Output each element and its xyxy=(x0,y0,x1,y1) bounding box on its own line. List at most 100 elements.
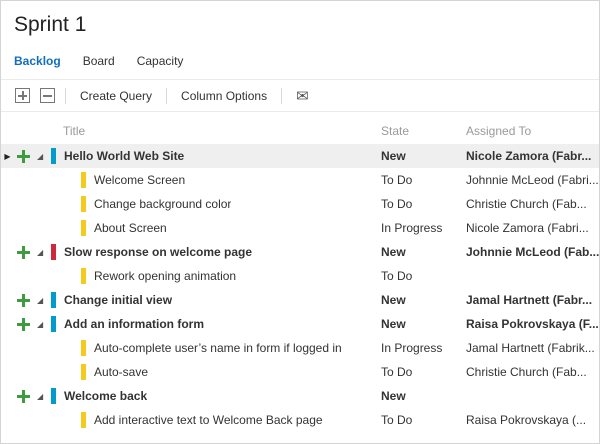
add-child-button[interactable] xyxy=(17,318,30,331)
grid-body: ▶ ◢ Hello World Web Site New Nicole Zamo… xyxy=(1,144,599,432)
workitem-type-bar xyxy=(81,364,86,380)
workitem-state: New xyxy=(381,317,466,331)
workitem-title-link[interactable]: Change background color xyxy=(94,197,231,211)
workitem-title-link[interactable]: Slow response on welcome page xyxy=(64,245,252,259)
add-child-button[interactable] xyxy=(17,294,30,307)
workitem-assigned-to: Jamal Hartnett (Fabr... xyxy=(466,293,599,307)
title-cell: Rework opening animation xyxy=(1,268,381,284)
table-row[interactable]: ◢ Slow response on welcome page New John… xyxy=(1,240,599,264)
title-cell: ◢ Add an information form xyxy=(1,316,381,332)
workitem-assigned-to: Raisa Pokrovskaya (F... xyxy=(466,317,599,331)
workitem-state: To Do xyxy=(381,269,466,283)
expand-caret-icon[interactable]: ◢ xyxy=(37,296,51,305)
title-cell: Auto-save xyxy=(1,364,381,380)
workitem-type-bar xyxy=(81,196,86,212)
workitem-state: New xyxy=(381,245,466,259)
toolbar-separator xyxy=(281,88,282,104)
title-cell: Auto-complete user’s name in form if log… xyxy=(1,340,381,356)
workitem-type-bar xyxy=(81,220,86,236)
workitem-assigned-to: Nicole Zamora (Fabri... xyxy=(466,221,599,235)
table-row[interactable]: Welcome Screen To Do Johnnie McLeod (Fab… xyxy=(1,168,599,192)
column-header-state[interactable]: State xyxy=(381,124,466,138)
workitem-state: To Do xyxy=(381,197,466,211)
workitem-title-link[interactable]: Welcome back xyxy=(64,389,147,403)
table-row[interactable]: ◢ Change initial view New Jamal Hartnett… xyxy=(1,288,599,312)
tab-backlog[interactable]: Backlog xyxy=(14,54,61,68)
title-cell: Add interactive text to Welcome Back pag… xyxy=(1,412,381,428)
workitem-assigned-to: Christie Church (Fab... xyxy=(466,365,599,379)
table-row[interactable]: ▶ ◢ Hello World Web Site New Nicole Zamo… xyxy=(1,144,599,168)
add-child-button[interactable] xyxy=(17,246,30,259)
table-row[interactable]: Change background color To Do Christie C… xyxy=(1,192,599,216)
workitem-title-link[interactable]: Auto-save xyxy=(94,365,148,379)
workitem-assigned-to: Jamal Hartnett (Fabrik... xyxy=(466,341,599,355)
workitem-assigned-to: Raisa Pokrovskaya (... xyxy=(466,413,599,427)
title-cell: Change background color xyxy=(1,196,381,212)
workitem-type-bar xyxy=(51,244,56,260)
title-cell: ◢ Welcome back xyxy=(1,388,381,404)
table-header: Title State Assigned To xyxy=(1,118,599,144)
title-cell: ◢ Change initial view xyxy=(1,292,381,308)
workitem-type-bar xyxy=(81,412,86,428)
workitem-state: New xyxy=(381,149,466,163)
workitem-type-bar xyxy=(51,316,56,332)
sprint-backlog-page: Sprint 1 Backlog Board Capacity Create Q… xyxy=(0,0,600,444)
backlog-grid: Title State Assigned To ▶ ◢ Hello World … xyxy=(1,118,599,432)
expand-caret-icon[interactable]: ◢ xyxy=(37,392,51,401)
add-child-button[interactable] xyxy=(17,150,30,163)
table-row[interactable]: Add interactive text to Welcome Back pag… xyxy=(1,408,599,432)
workitem-title-link[interactable]: Rework opening animation xyxy=(94,269,236,283)
workitem-title-link[interactable]: Change initial view xyxy=(64,293,172,307)
tab-capacity[interactable]: Capacity xyxy=(137,54,184,68)
table-row[interactable]: Auto-save To Do Christie Church (Fab... xyxy=(1,360,599,384)
expand-all-icon[interactable] xyxy=(15,88,30,103)
email-icon[interactable]: ✉ xyxy=(292,87,313,105)
table-row[interactable]: ◢ Add an information form New Raisa Pokr… xyxy=(1,312,599,336)
workitem-state: In Progress xyxy=(381,341,466,355)
table-row[interactable]: About Screen In Progress Nicole Zamora (… xyxy=(1,216,599,240)
toolbar-separator xyxy=(166,88,167,104)
workitem-type-bar xyxy=(81,268,86,284)
workitem-state: In Progress xyxy=(381,221,466,235)
workitem-title-link[interactable]: Add an information form xyxy=(64,317,204,331)
workitem-assigned-to: Christie Church (Fab... xyxy=(466,197,599,211)
add-child-button[interactable] xyxy=(17,390,30,403)
title-cell: ▶ ◢ Hello World Web Site xyxy=(1,148,381,164)
workitem-title-link[interactable]: Auto-complete user’s name in form if log… xyxy=(94,341,342,355)
workitem-title-link[interactable]: Welcome Screen xyxy=(94,173,185,187)
title-cell: ◢ Slow response on welcome page xyxy=(1,244,381,260)
workitem-title-link[interactable]: About Screen xyxy=(94,221,167,235)
expand-caret-icon[interactable]: ◢ xyxy=(37,152,51,161)
workitem-state: To Do xyxy=(381,413,466,427)
workitem-state: To Do xyxy=(381,173,466,187)
current-row-marker-icon: ▶ xyxy=(1,152,14,161)
workitem-type-bar xyxy=(51,148,56,164)
workitem-title-link[interactable]: Hello World Web Site xyxy=(64,149,184,163)
column-options-button[interactable]: Column Options xyxy=(177,89,271,103)
table-row[interactable]: ◢ Welcome back New xyxy=(1,384,599,408)
workitem-type-bar xyxy=(81,172,86,188)
expand-caret-icon[interactable]: ◢ xyxy=(37,320,51,329)
minus-box-icon xyxy=(40,88,55,103)
workitem-assigned-to: Nicole Zamora (Fabr... xyxy=(466,149,599,163)
workitem-type-bar xyxy=(51,388,56,404)
collapse-all-icon[interactable] xyxy=(40,88,55,103)
plus-box-icon xyxy=(15,88,30,103)
column-header-assigned-to[interactable]: Assigned To xyxy=(466,124,599,138)
workitem-type-bar xyxy=(51,292,56,308)
table-row[interactable]: Rework opening animation To Do xyxy=(1,264,599,288)
workitem-state: To Do xyxy=(381,365,466,379)
table-row[interactable]: Auto-complete user’s name in form if log… xyxy=(1,336,599,360)
expand-caret-icon[interactable]: ◢ xyxy=(37,248,51,257)
tab-bar: Backlog Board Capacity xyxy=(1,37,599,79)
workitem-assigned-to: Johnnie McLeod (Fabri... xyxy=(466,173,599,187)
tab-board[interactable]: Board xyxy=(83,54,115,68)
workitem-type-bar xyxy=(81,340,86,356)
column-header-title[interactable]: Title xyxy=(1,118,381,144)
toolbar: Create Query Column Options ✉ xyxy=(1,79,599,112)
page-title: Sprint 1 xyxy=(1,1,599,37)
workitem-state: New xyxy=(381,293,466,307)
toolbar-separator xyxy=(65,88,66,104)
workitem-title-link[interactable]: Add interactive text to Welcome Back pag… xyxy=(94,413,323,427)
create-query-button[interactable]: Create Query xyxy=(76,89,156,103)
